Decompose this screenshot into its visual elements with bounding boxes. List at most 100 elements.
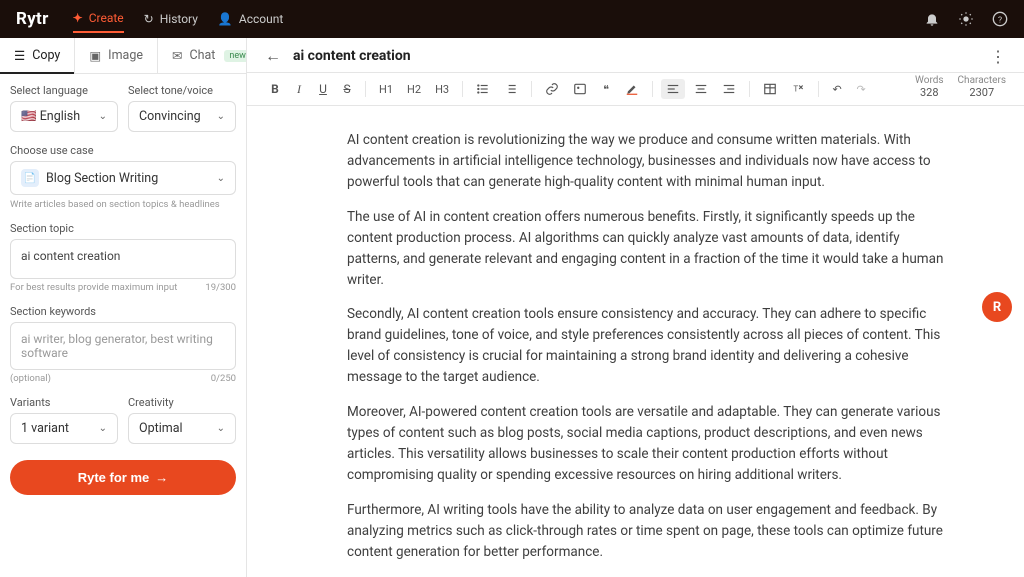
topic-counter: 19/300	[205, 282, 236, 293]
highlight-button[interactable]	[620, 79, 644, 99]
nav-create[interactable]: ✦ Create	[73, 5, 124, 33]
usecase-value: Blog Section Writing	[46, 171, 158, 186]
variants-select[interactable]: 1 variant ⌄	[10, 413, 118, 444]
top-nav: ✦ Create ↻ History 👤 Account	[73, 5, 284, 33]
chevron-down-icon: ⌄	[99, 423, 107, 434]
variants-creativity-row: Variants 1 variant ⌄ Creativity Optimal …	[10, 396, 236, 444]
plus-icon: ✦	[73, 11, 83, 25]
h3-button[interactable]: H3	[430, 79, 454, 99]
words-stat: Words 328	[915, 75, 944, 99]
keywords-input[interactable]: ai writer, blog generator, best writing …	[10, 322, 236, 370]
flag-icon: 🇺🇸	[21, 109, 37, 124]
separator	[818, 81, 819, 97]
separator	[749, 81, 750, 97]
creativity-select[interactable]: Optimal ⌄	[128, 413, 236, 444]
editor-header: ← ai content creation ⋮	[247, 38, 1024, 73]
language-field: Select language 🇺🇸 English ⌄	[10, 84, 118, 132]
back-arrow-icon[interactable]: ←	[265, 46, 281, 66]
align-center-button[interactable]	[689, 79, 713, 99]
h2-button[interactable]: H2	[402, 79, 426, 99]
paragraph[interactable]: Furthermore, AI writing tools have the a…	[347, 500, 944, 563]
creativity-label: Creativity	[128, 396, 236, 409]
tab-chat[interactable]: ✉ Chat new	[158, 38, 247, 73]
bold-button[interactable]: B	[265, 79, 285, 99]
ol-button[interactable]	[499, 79, 523, 99]
editor-content[interactable]: AI content creation is revolutionizing t…	[247, 106, 1024, 577]
variants-label: Variants	[10, 396, 118, 409]
paragraph[interactable]: The use of AI in content creation offers…	[347, 207, 944, 291]
paragraph[interactable]: Moreover, AI-powered content creation to…	[347, 402, 944, 486]
clear-button[interactable]: T	[786, 79, 810, 99]
table-button[interactable]	[758, 79, 782, 99]
rytr-fab-button[interactable]: R	[982, 292, 1012, 322]
strike-button[interactable]: S	[337, 79, 357, 99]
creativity-value: Optimal	[139, 421, 183, 436]
top-header: Rytr ✦ Create ↻ History 👤 Account ?	[0, 0, 1024, 38]
sidebar: ☰ Copy ▣ Image ✉ Chat new Select languag…	[0, 38, 247, 577]
usecase-select[interactable]: 📄Blog Section Writing ⌄	[10, 161, 236, 195]
theme-icon[interactable]	[958, 11, 974, 27]
chars-stat: Characters 2307	[958, 75, 1006, 99]
topic-label: Section topic	[10, 222, 236, 235]
tone-field: Select tone/voice Convincing ⌄	[128, 84, 236, 132]
language-select[interactable]: 🇺🇸 English ⌄	[10, 101, 118, 132]
document-title: ai content creation	[293, 48, 978, 64]
top-header-right: ?	[924, 11, 1008, 27]
usecase-label: Choose use case	[10, 144, 236, 157]
undo-button[interactable]: ↶	[827, 79, 847, 99]
ryte-button[interactable]: Ryte for me →	[10, 460, 236, 495]
align-left-button[interactable]	[661, 79, 685, 99]
words-label: Words	[915, 75, 944, 86]
h1-button[interactable]: H1	[374, 79, 398, 99]
editor-area: ← ai content creation ⋮ B I U S H1 H2 H3…	[247, 38, 1024, 577]
tab-copy-label: Copy	[32, 48, 60, 63]
nav-history[interactable]: ↻ History	[144, 6, 198, 32]
tab-image[interactable]: ▣ Image	[75, 38, 158, 73]
lang-tone-row: Select language 🇺🇸 English ⌄ Select tone…	[10, 84, 236, 132]
separator	[531, 81, 532, 97]
chat-icon: ✉	[172, 48, 182, 64]
nav-account[interactable]: 👤 Account	[218, 6, 283, 32]
document-icon: 📄	[21, 169, 39, 187]
nav-history-label: History	[160, 12, 198, 26]
usecase-help: Write articles based on section topics &…	[10, 199, 236, 210]
copy-icon: ☰	[14, 48, 25, 64]
separator	[462, 81, 463, 97]
separator	[365, 81, 366, 97]
tone-value: Convincing	[139, 109, 201, 124]
chars-value: 2307	[958, 86, 1006, 99]
keywords-counter: 0/250	[211, 373, 236, 384]
tone-select[interactable]: Convincing ⌄	[128, 101, 236, 132]
italic-button[interactable]: I	[289, 79, 309, 99]
image-button[interactable]	[568, 79, 592, 99]
underline-button[interactable]: U	[313, 79, 333, 99]
link-button[interactable]	[540, 79, 564, 99]
paragraph[interactable]: Secondly, AI content creation tools ensu…	[347, 304, 944, 388]
tab-copy[interactable]: ☰ Copy	[0, 38, 75, 73]
language-label: Select language	[10, 84, 118, 97]
svg-text:T: T	[793, 83, 798, 93]
svg-text:?: ?	[998, 15, 1002, 25]
sidebar-tabs: ☰ Copy ▣ Image ✉ Chat new	[0, 38, 246, 74]
tab-image-label: Image	[108, 48, 143, 63]
chevron-down-icon: ⌄	[217, 111, 225, 122]
paragraph[interactable]: AI content creation is revolutionizing t…	[347, 130, 944, 193]
chevron-down-icon: ⌄	[217, 423, 225, 434]
image-icon: ▣	[89, 48, 101, 64]
chevron-down-icon: ⌄	[99, 111, 107, 122]
quote-button[interactable]: ❝	[596, 79, 616, 99]
topic-input[interactable]: ai content creation	[10, 239, 236, 279]
redo-button[interactable]: ↷	[851, 79, 871, 99]
ul-button[interactable]	[471, 79, 495, 99]
tone-label: Select tone/voice	[128, 84, 236, 97]
help-icon[interactable]: ?	[992, 11, 1008, 27]
logo: Rytr	[16, 9, 49, 29]
usecase-field: Choose use case 📄Blog Section Writing ⌄ …	[10, 144, 236, 210]
bell-icon[interactable]	[924, 11, 940, 27]
align-right-button[interactable]	[717, 79, 741, 99]
tab-chat-label: Chat	[189, 48, 215, 63]
separator	[652, 81, 653, 97]
more-icon[interactable]: ⋮	[990, 47, 1006, 66]
topic-field: Section topic ai content creation For be…	[10, 222, 236, 293]
word-stats: Words 328 Characters 2307	[915, 75, 1006, 99]
